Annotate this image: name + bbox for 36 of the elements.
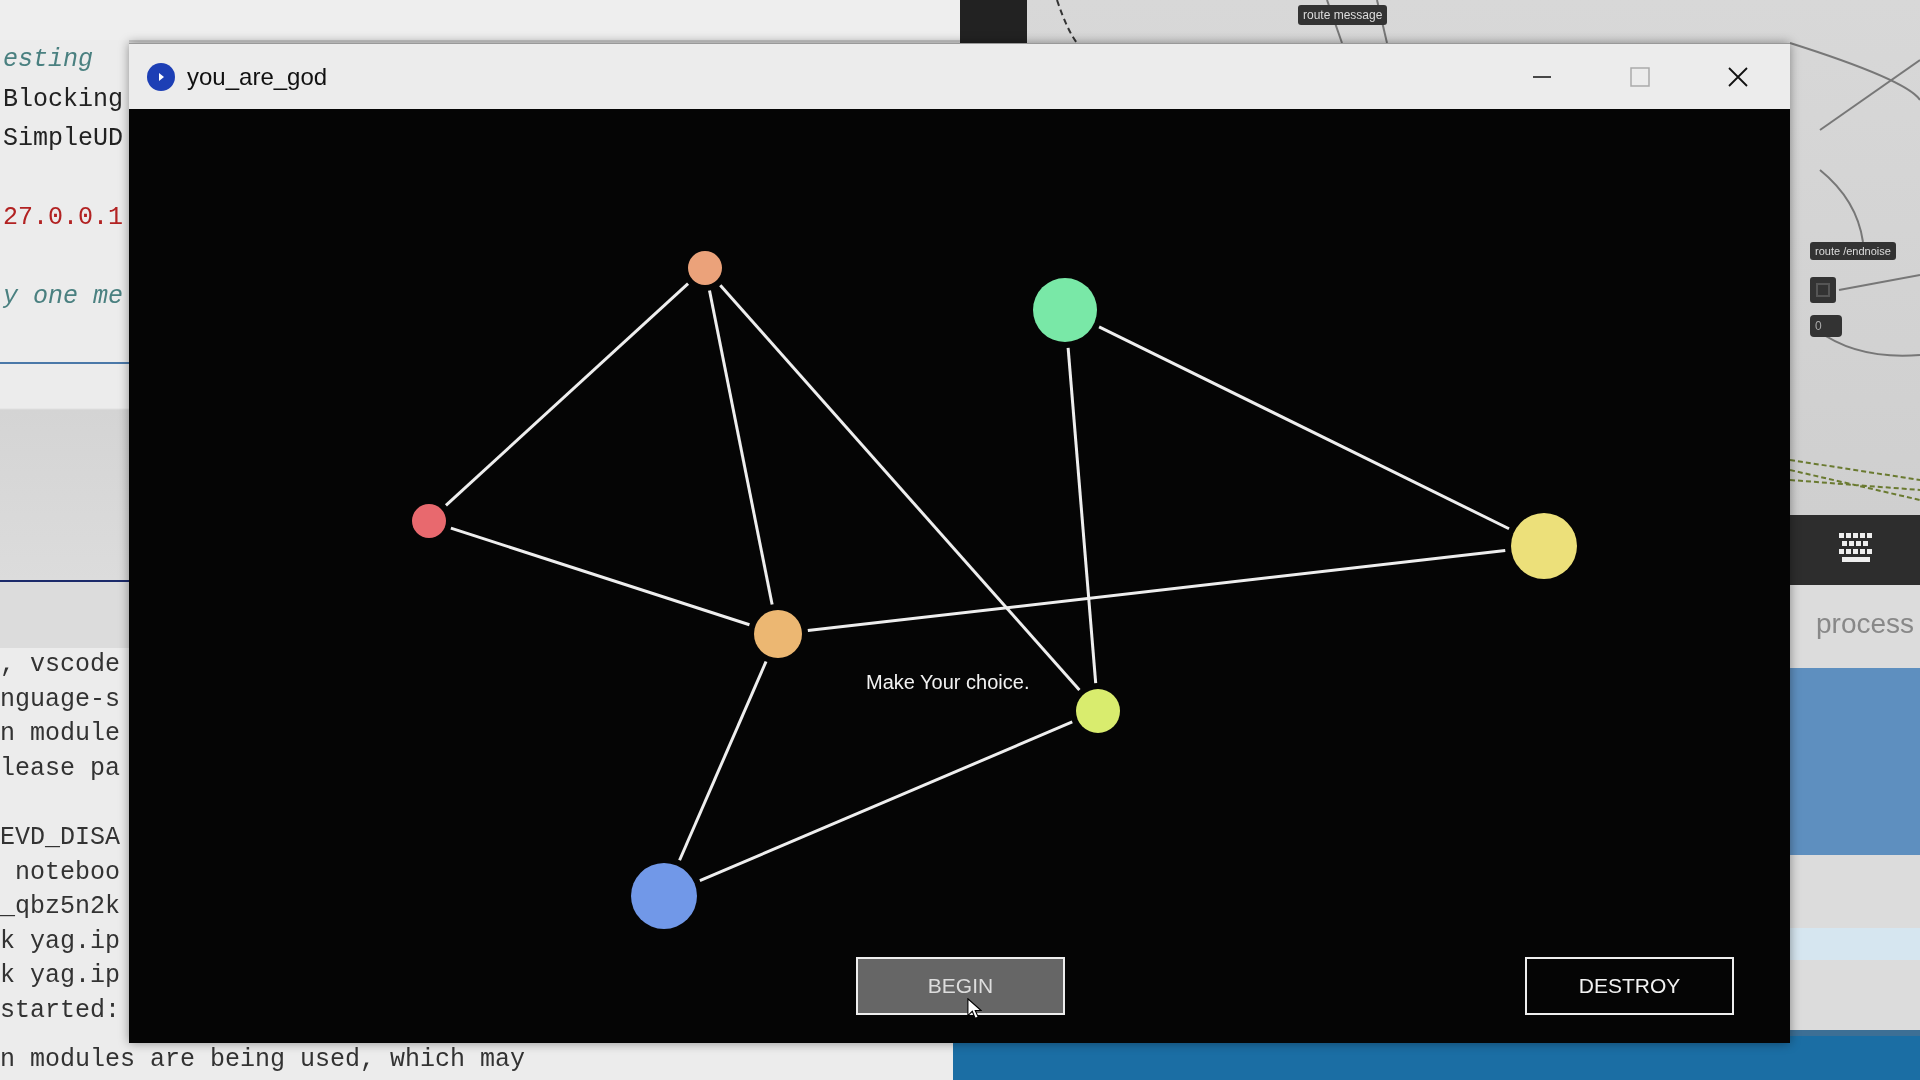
- graph-node[interactable]: [1511, 513, 1577, 579]
- terminal-line: noteboo: [14, 856, 122, 889]
- close-icon[interactable]: [1728, 66, 1748, 87]
- route-object[interactable]: route message: [1298, 5, 1388, 25]
- code-line: y one me: [2, 281, 125, 313]
- route-object[interactable]: route /endnoise: [1810, 242, 1896, 260]
- terminal-line: k yag.ip: [0, 960, 122, 993]
- code-line: Blocking: [2, 83, 125, 116]
- prompt-text: Make Your choice.: [866, 671, 1030, 694]
- code-line: SimpleUD: [2, 123, 125, 155]
- mouse-cursor-icon: [967, 998, 982, 1020]
- graph-node[interactable]: [754, 610, 802, 658]
- terminal-line: nguage-s: [0, 683, 122, 716]
- begin-button[interactable]: BEGIN: [856, 957, 1065, 1015]
- destroy-button[interactable]: DESTROY: [1525, 957, 1734, 1015]
- panel-label: process: [1816, 608, 1915, 640]
- graph-node[interactable]: [1033, 278, 1097, 342]
- graph-node[interactable]: [631, 863, 697, 929]
- sidebar-strip: [960, 0, 1027, 43]
- terminal-line: EVD_DISA: [0, 821, 122, 854]
- terminal-line: lease pa: [0, 752, 122, 785]
- terminal-line: k yag.ip: [0, 925, 122, 958]
- graph-node[interactable]: [1076, 689, 1120, 733]
- terminal-line: started:: [0, 994, 122, 1027]
- number-box[interactable]: 0: [1810, 315, 1842, 337]
- graph-node[interactable]: [412, 504, 446, 538]
- terminal-line: _qbz5n2k: [0, 891, 122, 924]
- terminal-line: , vscode: [0, 649, 122, 681]
- toggle-control[interactable]: [1810, 277, 1836, 303]
- terminal-line: n module: [0, 718, 122, 751]
- window-title: you_are_god: [187, 62, 328, 91]
- code-line: esting: [2, 44, 94, 76]
- graph-node[interactable]: [688, 251, 722, 285]
- keyboard-icon[interactable]: [1838, 533, 1874, 563]
- code-line: 27.0.0.1: [2, 202, 125, 234]
- app-icon: [146, 61, 176, 92]
